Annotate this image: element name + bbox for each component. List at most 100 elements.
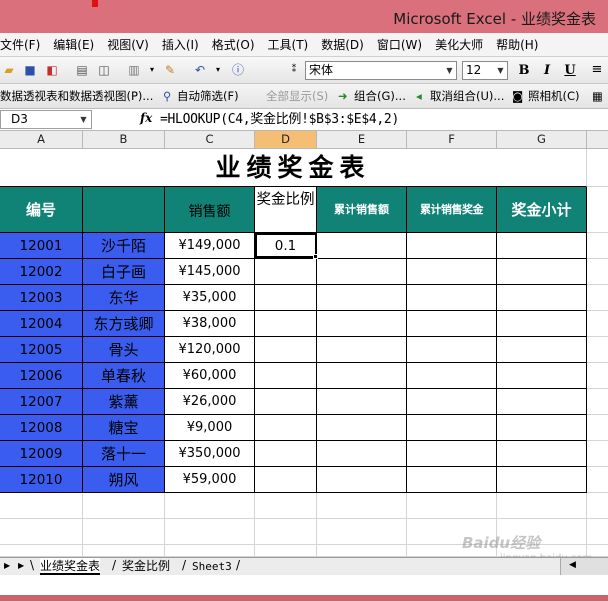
column-header-d[interactable]: D xyxy=(255,131,317,149)
column-header-g[interactable]: G xyxy=(497,131,587,149)
cell[interactable] xyxy=(407,389,497,415)
cell-name[interactable]: 落十一 xyxy=(83,441,165,467)
help-icon[interactable]: ⓘ xyxy=(230,62,246,78)
horizontal-scrollbar[interactable]: ◀ xyxy=(560,558,608,575)
cell[interactable] xyxy=(587,337,608,363)
cell[interactable] xyxy=(497,389,587,415)
cell[interactable] xyxy=(497,259,587,285)
cell[interactable] xyxy=(407,441,497,467)
format-painter-icon[interactable]: ✎ xyxy=(162,62,178,78)
cell[interactable] xyxy=(317,337,407,363)
ungroup-button[interactable]: 取消组合(U)... xyxy=(430,89,504,104)
menu-view[interactable]: 视图(V) xyxy=(107,36,156,53)
cell-id[interactable]: 12010 xyxy=(0,467,83,493)
cell[interactable] xyxy=(497,285,587,311)
chevron-down-icon[interactable]: ▼ xyxy=(444,63,455,78)
cell[interactable] xyxy=(587,363,608,389)
cell[interactable] xyxy=(317,467,407,493)
cell[interactable] xyxy=(587,389,608,415)
cell-ratio[interactable] xyxy=(255,415,317,441)
cell-name[interactable]: 白子画 xyxy=(83,259,165,285)
cell[interactable] xyxy=(587,415,608,441)
header-bonus-total[interactable]: 奖金小计 xyxy=(497,187,587,233)
permission-icon[interactable]: ◧ xyxy=(44,62,60,78)
cell-name[interactable]: 单春秋 xyxy=(83,363,165,389)
cell[interactable] xyxy=(587,467,608,493)
cell[interactable] xyxy=(587,441,608,467)
cell-ratio[interactable] xyxy=(255,311,317,337)
cell[interactable] xyxy=(407,233,497,259)
cell[interactable] xyxy=(587,493,608,519)
cell-name[interactable]: 朔风 xyxy=(83,467,165,493)
name-box[interactable]: D3 ▼ xyxy=(0,110,92,129)
cell[interactable] xyxy=(587,285,608,311)
cell-id[interactable]: 12001 xyxy=(0,233,83,259)
cell[interactable] xyxy=(317,441,407,467)
cell-id[interactable]: 12007 xyxy=(0,389,83,415)
header-id[interactable]: 编号 xyxy=(0,187,83,233)
cell[interactable] xyxy=(587,233,608,259)
column-header-a[interactable]: A xyxy=(0,131,83,149)
cell-name[interactable]: 骨头 xyxy=(83,337,165,363)
camera-button[interactable]: 照相机(C) xyxy=(528,89,580,104)
toolbar-overflow-icon[interactable]: ▦ xyxy=(592,89,603,104)
header-cum-sales[interactable]: 累计销售额 xyxy=(317,187,407,233)
menu-format[interactable]: 格式(O) xyxy=(212,36,262,53)
insert-function-icon[interactable]: fx xyxy=(140,111,152,125)
cell[interactable] xyxy=(317,545,407,557)
cell[interactable] xyxy=(407,363,497,389)
cell-sales[interactable]: ¥26,000 xyxy=(165,389,255,415)
cell-name[interactable]: 东方彧卿 xyxy=(83,311,165,337)
cell[interactable] xyxy=(317,311,407,337)
cell-name[interactable]: 糖宝 xyxy=(83,415,165,441)
cell[interactable] xyxy=(317,493,407,519)
header-cum-bonus[interactable]: 累计销售奖金 xyxy=(407,187,497,233)
cell[interactable] xyxy=(317,519,407,545)
tab-performance-bonus[interactable]: 业绩奖金表 xyxy=(40,558,101,575)
header-name[interactable] xyxy=(83,187,165,233)
formula-input[interactable]: =HLOOKUP(C4,奖金比例!$B$3:$E$4,2) xyxy=(160,111,399,128)
print-preview-icon[interactable]: ◫ xyxy=(96,62,112,78)
show-all-button[interactable]: 全部显示(S) xyxy=(266,89,328,104)
cell[interactable] xyxy=(497,363,587,389)
cell-ratio[interactable] xyxy=(255,285,317,311)
undo-icon[interactable]: ↶ xyxy=(192,62,208,78)
cell[interactable] xyxy=(497,441,587,467)
cell[interactable] xyxy=(0,493,83,519)
cell[interactable] xyxy=(497,467,587,493)
cell[interactable] xyxy=(587,259,608,285)
first-sheet-icon[interactable]: ▶ xyxy=(4,561,10,570)
group-button[interactable]: 组合(G)... xyxy=(354,89,406,104)
cell-name[interactable]: 东华 xyxy=(83,285,165,311)
cell-ratio[interactable] xyxy=(255,389,317,415)
cell[interactable] xyxy=(587,187,608,233)
cell[interactable] xyxy=(317,285,407,311)
cell[interactable] xyxy=(497,415,587,441)
cell-ratio[interactable] xyxy=(255,337,317,363)
cell-sales[interactable]: ¥145,000 xyxy=(165,259,255,285)
cell-sales[interactable]: ¥59,000 xyxy=(165,467,255,493)
cell[interactable] xyxy=(83,519,165,545)
cell[interactable] xyxy=(165,493,255,519)
menu-edit[interactable]: 编辑(E) xyxy=(53,36,101,53)
cell-id[interactable]: 12008 xyxy=(0,415,83,441)
italic-button[interactable]: I xyxy=(538,62,556,79)
scroll-left-icon[interactable]: ◀ xyxy=(569,560,576,570)
cell-id[interactable]: 12002 xyxy=(0,259,83,285)
cell-sales[interactable]: ¥35,000 xyxy=(165,285,255,311)
cell[interactable] xyxy=(407,285,497,311)
column-header-b[interactable]: B xyxy=(83,131,165,149)
print-icon[interactable]: ▤ xyxy=(74,62,90,78)
menu-beautify[interactable]: 美化大师 xyxy=(435,36,490,53)
cell[interactable] xyxy=(407,493,497,519)
autofilter-button[interactable]: 自动筛选(F) xyxy=(177,89,239,104)
cell[interactable] xyxy=(407,311,497,337)
cell[interactable] xyxy=(497,337,587,363)
chevron-down-icon[interactable]: ▼ xyxy=(495,63,506,78)
font-size-select[interactable]: 12 ▼ xyxy=(462,61,508,80)
column-header-c[interactable]: C xyxy=(165,131,255,149)
sheet-title[interactable]: 业绩奖金表 xyxy=(0,149,587,187)
column-header-e[interactable]: E xyxy=(317,131,407,149)
cell-name[interactable]: 沙千陌 xyxy=(83,233,165,259)
cell[interactable] xyxy=(0,545,83,557)
